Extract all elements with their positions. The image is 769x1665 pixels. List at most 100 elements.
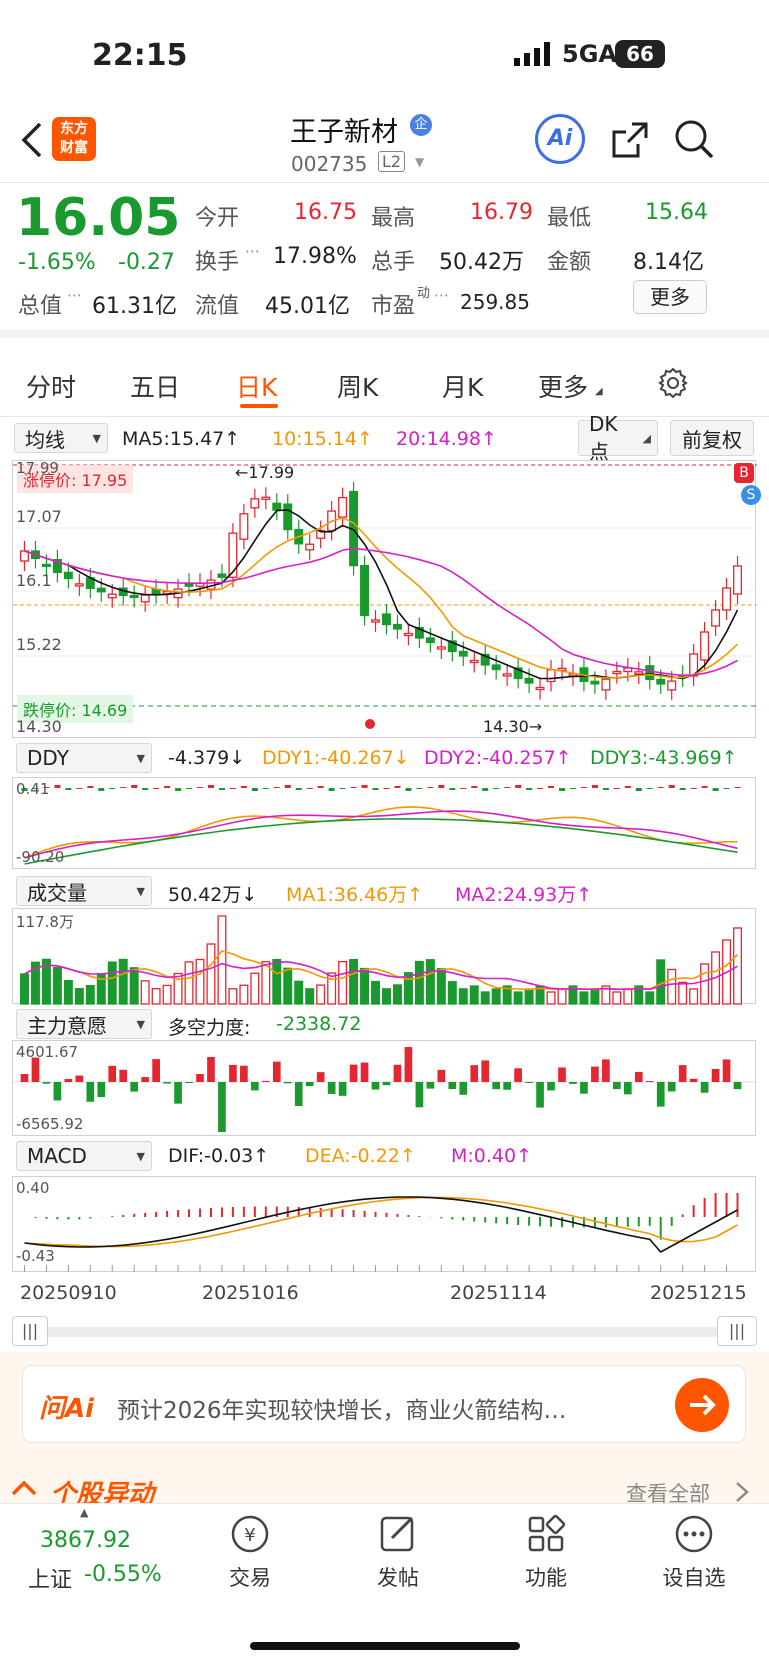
volume-svg [19,915,743,1005]
ddy-bar [591,785,598,788]
open-value: 16.75 [294,200,357,225]
macd-select[interactable]: MACD ▼ [16,1141,152,1171]
nav-function[interactable]: 功能 [486,1512,606,1592]
buy-marker[interactable]: B [734,463,754,483]
mainforce-bar [547,1082,555,1091]
ddy-bar [493,788,500,789]
ai-button[interactable]: Ai [535,114,585,164]
index-value[interactable]: 3867.92 [40,1528,131,1553]
nav-post[interactable]: 发帖 [338,1512,458,1592]
date-label-2: 20251016 [202,1282,299,1304]
stock-name: 王子新材 [290,117,398,148]
mainforce-bar [667,1082,676,1092]
indicator-select[interactable]: 均线 ▼ [14,423,108,453]
mainforce-bar [678,1065,687,1082]
candle [41,563,51,568]
low-label: 最低 [547,206,592,231]
volume-bar [184,961,194,1005]
scroll-right-handle[interactable]: ||| [717,1316,757,1346]
back-icon[interactable] [18,122,48,158]
chart-scroll-track[interactable] [14,1327,754,1337]
mainforce-bar [371,1082,380,1090]
candle [645,665,655,681]
dk-point-button[interactable]: DK点 ◢ [578,412,658,464]
tab-timeshare[interactable]: 分时 [26,368,76,404]
mainforce-bar [152,1059,160,1082]
macd-axis-bottom: -0.43 [16,1247,55,1265]
mainforce-bar [294,1082,303,1107]
volume-bar [557,988,567,1005]
volume-bar [294,980,304,1005]
active-tab-indicator [240,404,278,408]
ai-banner[interactable]: 问Ai 预计2026年实现较快增长，商业火箭结构… [22,1365,746,1443]
mainforce-bar [569,1082,577,1084]
volume-bar [129,967,139,1005]
sell-marker[interactable]: S [741,485,761,505]
chevron-right-icon[interactable] [734,1480,750,1504]
mainforce-bar [240,1065,248,1082]
tab-more[interactable]: 更多 [538,368,588,404]
mainforce-bar [31,1057,40,1082]
mainforce-select[interactable]: 主力意愿 ▼ [16,1009,152,1039]
mainforce-chart[interactable]: 4601.67 -6565.92 [12,1040,757,1136]
collapse-icon[interactable] [10,1475,38,1499]
volume-chart[interactable]: 117.8万 [12,908,756,1005]
index-up-icon: ▲ [80,1506,89,1519]
search-icon[interactable] [673,118,715,160]
scroll-left-handle[interactable]: ||| [12,1316,48,1346]
candle [590,680,600,685]
macd-chart[interactable]: 0.40 -0.43 [12,1176,756,1272]
candle [129,594,139,599]
volume-select[interactable]: 成交量 ▼ [16,876,152,906]
mainforce-bar [64,1079,73,1082]
mainforce-bar [174,1082,182,1104]
adjust-button[interactable]: 前复权 [670,420,754,456]
mainforce-bar [327,1082,336,1094]
tab-weekly-k[interactable]: 周K [337,368,378,404]
kline-chart[interactable]: 涨停价: 17.95 跌停价: 14.69 17.99 17.07 16.1 1… [12,459,761,738]
volume-bar [327,972,337,1005]
ddy-select[interactable]: DDY ▼ [16,743,152,773]
mainforce-bar [536,1082,544,1108]
ai-go-button[interactable] [675,1378,729,1432]
tab-monthly-k[interactable]: 月K [442,368,483,404]
mainforce-bar [86,1082,95,1102]
turnover-value: 17.98% [273,244,357,269]
volume-bar [392,984,402,1005]
more-button[interactable]: 更多 [633,280,707,314]
ddy-bar [65,788,72,790]
info-icon[interactable]: ⋯ [245,242,260,260]
ddy-bar [87,786,94,788]
mainforce-bar [305,1082,314,1087]
nav-trade[interactable]: ¥ 交易 [190,1512,310,1592]
info-icon[interactable]: ⋯ [67,286,82,304]
ddy-bar [153,788,160,789]
ddy-chart[interactable]: 0.41 -90.20 [12,777,756,869]
ddy-bar [613,788,620,789]
battery-level: 66 [626,42,654,66]
code-dropdown-icon[interactable]: ▼ [415,155,424,169]
candle [700,631,710,661]
volume-bar [305,988,315,1005]
index-change[interactable]: -0.55% [84,1562,162,1587]
tab-five-day[interactable]: 五日 [130,368,180,404]
app-logo[interactable]: 东方 财富 [52,117,96,161]
info-icon[interactable]: ⋯ [434,286,449,304]
ddy3-value: DDY3:-43.969↑ [590,747,738,769]
ddy-bar [98,788,105,791]
mainforce-bar [404,1047,413,1082]
pe-sup: 动 [417,286,431,301]
ddy-axis-bottom: -90.20 [16,848,65,866]
mainforce-bar [459,1082,468,1095]
volume-ma1: MA1:36.46万↑ [286,884,424,906]
volume-bar [371,980,381,1005]
nav-customize[interactable]: 设自选 [634,1512,754,1592]
share-icon[interactable] [610,120,650,160]
mainforce-bar [481,1060,490,1082]
index-name[interactable]: 上证 [28,1562,72,1594]
ddy-bar [515,785,522,788]
volume-ma2: MA2:24.93万↑ [455,884,593,906]
settings-icon[interactable] [656,366,690,400]
ddy-bar [657,787,664,788]
tab-daily-k[interactable]: 日K [236,368,277,404]
